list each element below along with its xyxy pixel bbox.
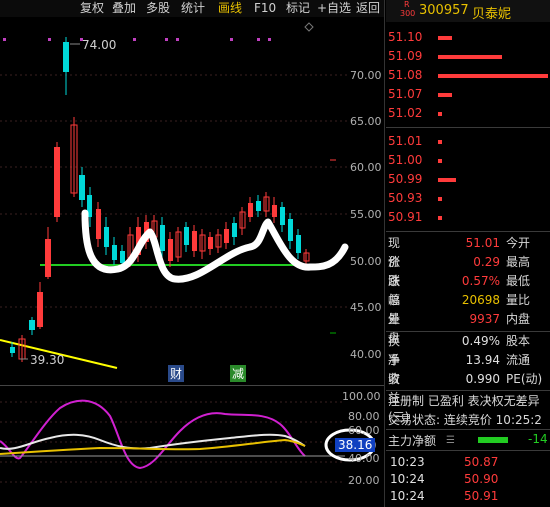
bid-volume-bar — [438, 140, 442, 144]
stat-value: 51.01 — [465, 236, 500, 250]
indicator-axis-label: 20.00 — [348, 474, 380, 487]
stat-label: 流通 — [506, 353, 531, 367]
price-axis-label: 60.00 — [350, 161, 382, 174]
indicator-axis-label: 100.00 — [342, 390, 381, 403]
board-badge-top: R — [404, 0, 410, 9]
finance-event-marker[interactable]: 财 — [168, 365, 185, 382]
grid-lines — [0, 74, 348, 308]
board-badge-bottom: 300 — [400, 9, 416, 18]
toolbar-fuquan-button[interactable]: 复权 — [80, 0, 104, 17]
ask-price: 51.09 — [388, 49, 423, 63]
bid-price: 51.00 — [388, 153, 423, 167]
ask-volume-bar — [438, 74, 548, 78]
tick-list: 10:23 50.87 10:24 50.90 10:24 50.91 — [386, 453, 550, 507]
stat-value: 0.57% — [461, 274, 500, 288]
tick-price: 50.91 — [464, 489, 499, 503]
toolbar-back-button[interactable]: 返回 — [356, 0, 380, 17]
quote-panel: R 300 300957 贝泰妮 51.10 51.09 51.08 51.07… — [386, 0, 550, 507]
stock-code: 300957 — [419, 3, 469, 18]
toolbar-f10-button[interactable]: F10 — [254, 0, 276, 17]
stat-label: 量比 — [506, 293, 531, 307]
low-price-label: 39.30 — [30, 353, 65, 367]
diamond-icon — [304, 22, 314, 32]
ask-price: 51.02 — [388, 106, 423, 120]
info-divider — [386, 429, 550, 430]
toolbar-multi-stock-button[interactable]: 多股 — [146, 0, 170, 17]
book-divider — [386, 127, 550, 128]
candlestick-chart[interactable]: 74.00 39.30 70.00 65.00 60.00 55.00 50.0… — [0, 17, 385, 390]
stat-label: 内盘 — [506, 312, 531, 326]
ask-volume-bar — [438, 93, 452, 97]
indicator-panel[interactable]: 100.00 80.00 60.00 40.00 20.00 38.16 — [0, 386, 385, 507]
indicator-current-value: 38.16 — [335, 438, 376, 452]
candlestick-svg — [0, 22, 349, 369]
stat-label: 今开 — [506, 236, 531, 250]
stat-value: 0.49% — [461, 334, 500, 348]
registration-info: 注册制 已盈利 表决权无差异 — [388, 394, 540, 408]
price-axis-label: 65.00 — [350, 115, 382, 128]
price-axis-label: 50.00 — [350, 255, 382, 268]
stat-value: 0.29 — [473, 255, 500, 269]
stat-label: 最低 — [506, 274, 531, 288]
main-force-value: -14 — [528, 432, 548, 446]
event-dots — [3, 38, 271, 41]
main-force-label[interactable]: 主力净额 — [388, 432, 436, 449]
hand-drawn-annotation — [81, 209, 349, 283]
stat-value: 0.990 — [465, 372, 500, 386]
bid-volume-bar — [438, 159, 442, 163]
bid-price: 50.91 — [388, 210, 423, 224]
candles — [10, 37, 310, 362]
bid-price: 50.93 — [388, 191, 423, 205]
bid-list: 51.01 51.00 50.99 50.93 50.91 — [386, 132, 550, 227]
bid-volume-bar — [438, 197, 442, 201]
chart-toolbar: 复权 叠加 多股 统计 画线 F10 标记 +自选 返回 — [0, 0, 385, 17]
bid-volume-bar — [438, 216, 442, 220]
stat-label: PE(动) — [506, 372, 543, 386]
stat-label: 最高 — [506, 255, 531, 269]
tick-divider — [386, 450, 550, 451]
reduce-event-marker[interactable]: 减 — [230, 365, 247, 382]
toolbar-mark-button[interactable]: 标记 — [286, 0, 310, 17]
high-price-label: 74.00 — [82, 38, 117, 52]
trading-status: 交易状态: 连续竞价 10:25:2 — [388, 413, 542, 427]
price-axis-label: 55.00 — [350, 208, 382, 221]
toolbar-overlay-button[interactable]: 叠加 — [112, 0, 136, 17]
stats-block: 现价 51.01 今开 涨跌 0.29 最高 涨幅 0.57% 最低 总量 20698 量比 外… — [386, 234, 550, 345]
indicator-svg — [0, 399, 376, 483]
stat-value: 9937 — [469, 312, 500, 326]
indicator-axis-label: 80.00 — [348, 410, 380, 423]
ask-price: 51.08 — [388, 68, 423, 82]
price-axis-label: 40.00 — [350, 348, 382, 361]
ask-price: 51.10 — [388, 30, 423, 44]
ask-volume-bar — [438, 36, 452, 40]
ask-price: 51.07 — [388, 87, 423, 101]
list-icon[interactable]: ☰ — [446, 435, 455, 446]
book-divider — [386, 231, 550, 232]
toolbar-stats-button[interactable]: 统计 — [181, 0, 205, 17]
stat-value: 20698 — [461, 293, 500, 307]
indicator-axis-label: 40.00 — [348, 452, 380, 465]
stat-value: 13.94 — [465, 353, 500, 367]
indicator-axis-label: 60.00 — [348, 424, 380, 437]
panel-separator — [384, 0, 385, 507]
stats-block-2: 换手 0.49% 股本 净资 13.94 流通 收益(三) 0.990 PE(动) — [386, 332, 550, 424]
toolbar-draw-line-button[interactable]: 画线 — [218, 0, 242, 17]
bid-price: 51.01 — [388, 134, 423, 148]
price-axis-label: 45.00 — [350, 301, 382, 314]
ask-list: 51.10 51.09 51.08 51.07 51.02 — [386, 28, 550, 123]
bid-price: 50.99 — [388, 172, 423, 186]
price-axis-label: 70.00 — [350, 69, 382, 82]
main-force-bar — [478, 437, 508, 443]
ask-volume-bar — [438, 112, 442, 116]
ask-volume-bar — [438, 55, 502, 59]
info-divider — [386, 390, 550, 391]
toolbar-add-watchlist-button[interactable]: +自选 — [317, 0, 351, 17]
stock-name[interactable]: 贝泰妮 — [472, 3, 511, 22]
stat-label: 股本 — [506, 334, 531, 348]
bid-volume-bar — [438, 178, 456, 182]
stock-header: R 300 300957 贝泰妮 — [386, 0, 550, 22]
tick-time: 10:24 — [390, 489, 425, 503]
